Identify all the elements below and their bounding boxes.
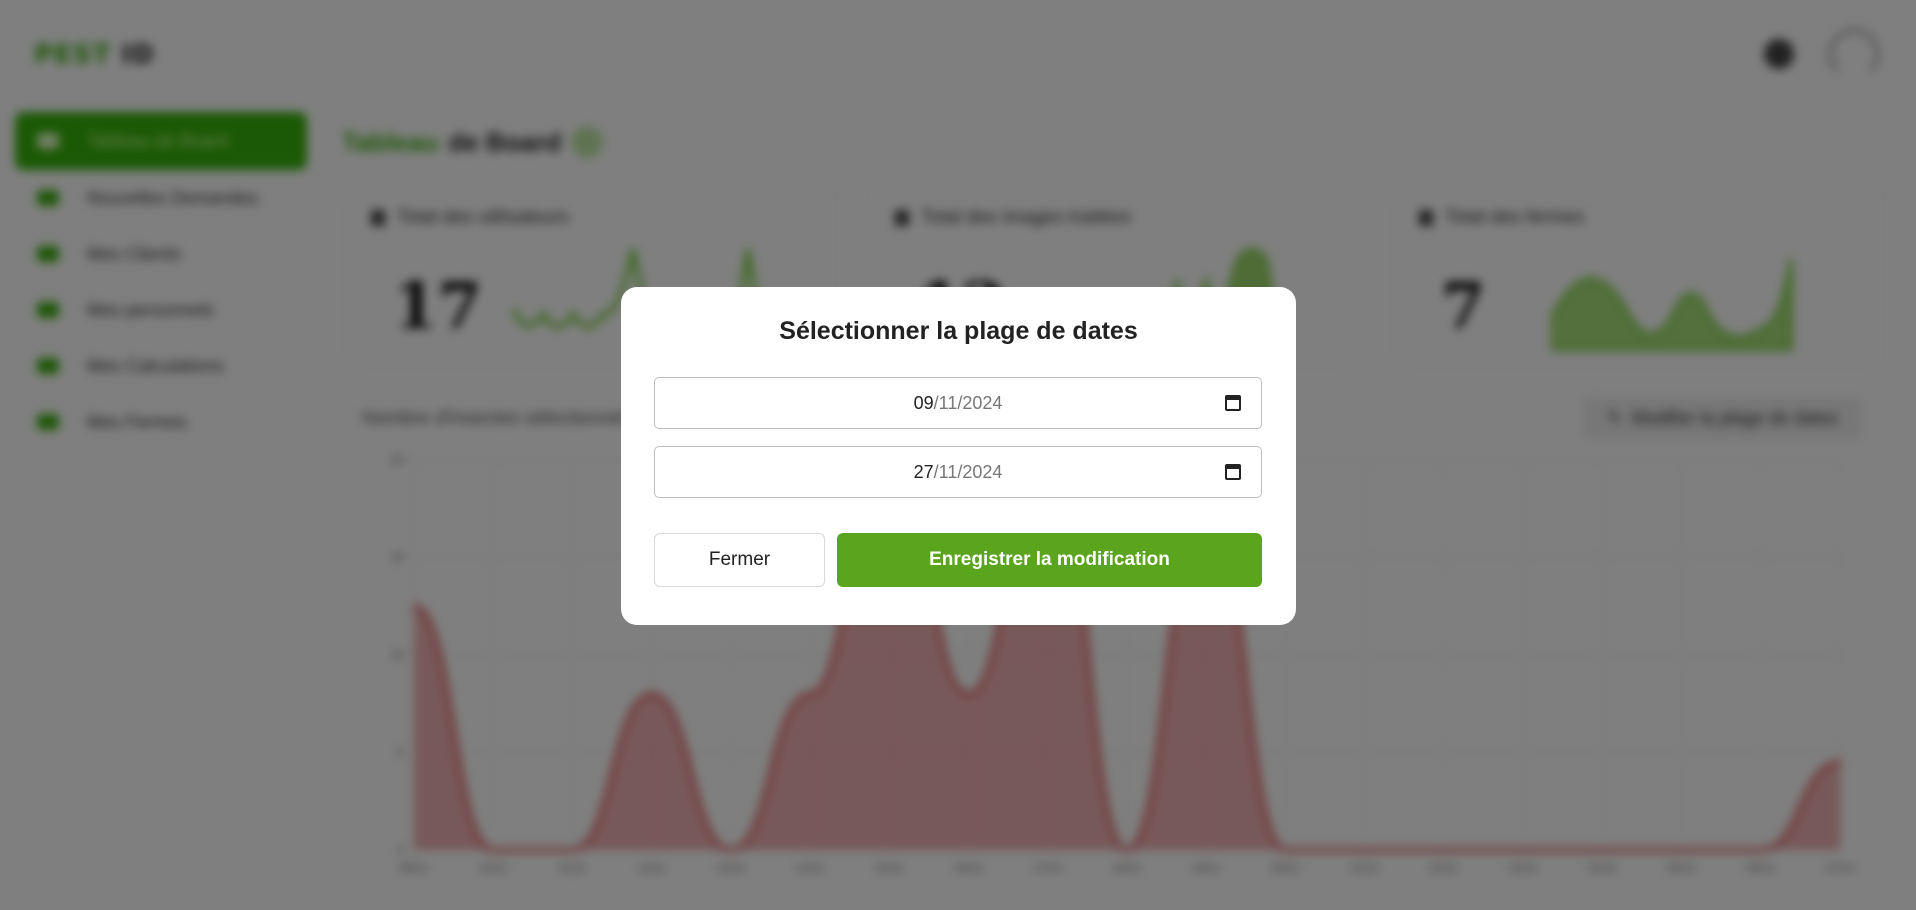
end-date-input[interactable]: 27/11/2024 [654, 446, 1262, 498]
close-button[interactable]: Fermer [654, 533, 825, 587]
end-date-day: 27 [913, 461, 934, 482]
start-date-value: 09/11/2024 [913, 392, 1003, 413]
modal-title: Sélectionner la plage de dates [779, 317, 1138, 345]
save-changes-button[interactable]: Enregistrer la modification [837, 533, 1262, 587]
calendar-icon[interactable] [1225, 395, 1241, 411]
start-date-month-year: 11/2024 [938, 392, 1003, 413]
end-date-month-year: 11/2024 [938, 461, 1003, 482]
start-date-day: 09 [913, 392, 934, 413]
calendar-icon[interactable] [1225, 464, 1241, 480]
date-range-modal: Sélectionner la plage de dates 09/11/202… [621, 287, 1296, 625]
end-date-value: 27/11/2024 [913, 461, 1003, 482]
start-date-input[interactable]: 09/11/2024 [654, 377, 1262, 429]
